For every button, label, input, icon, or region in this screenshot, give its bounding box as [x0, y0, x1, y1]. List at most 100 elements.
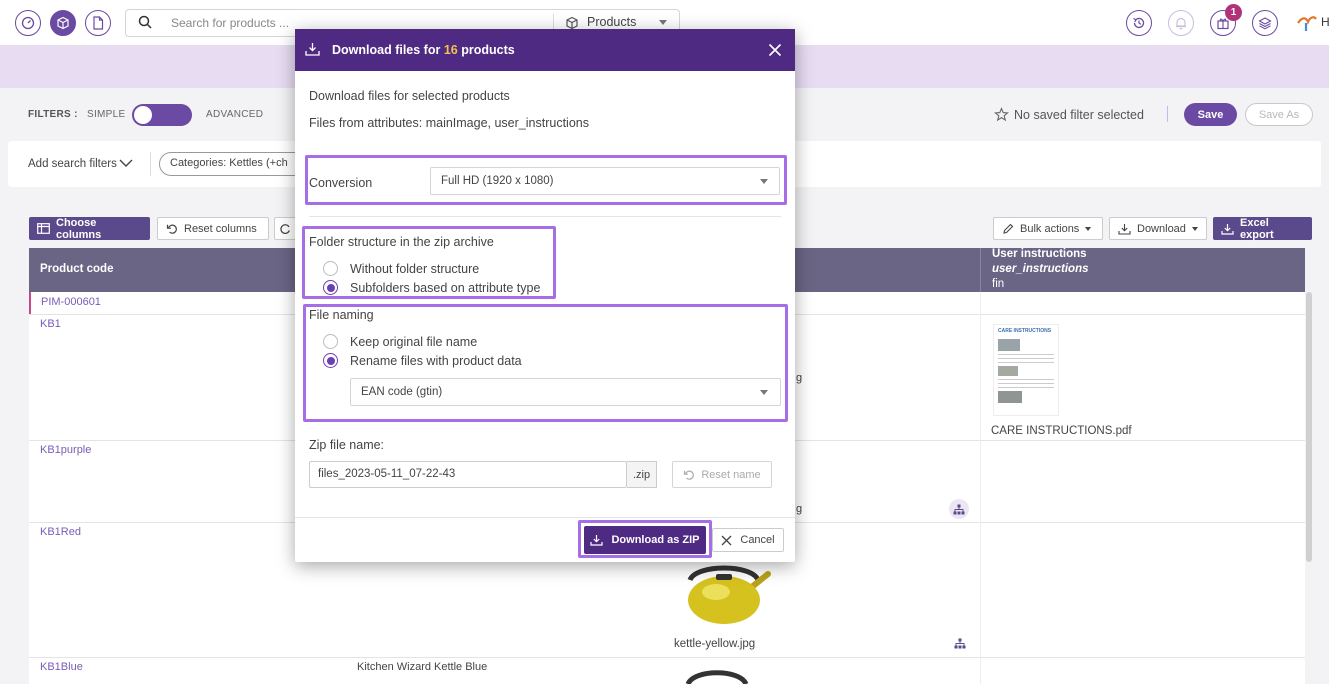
pdf-thumb-image: [998, 366, 1018, 376]
divider: [150, 152, 151, 176]
products-cube-icon[interactable]: [50, 10, 76, 36]
download-icon: [305, 42, 320, 56]
table-row-code[interactable]: KB1: [40, 318, 61, 330]
layers-icon[interactable]: [1252, 10, 1278, 36]
zip-suffix: .zip: [627, 461, 657, 488]
search-icon: [138, 15, 152, 29]
radio-subfolders-label[interactable]: Subfolders based on attribute type: [350, 281, 540, 295]
mode-simple-label[interactable]: SIMPLE: [87, 109, 125, 120]
refresh-button[interactable]: [274, 217, 296, 240]
pdf-filename[interactable]: CARE INSTRUCTIONS.pdf: [991, 425, 1132, 437]
mode-advanced-label[interactable]: ADVANCED: [206, 109, 263, 120]
bulk-actions-button[interactable]: Bulk actions: [993, 217, 1103, 240]
search-scope-select[interactable]: Products: [587, 15, 636, 29]
pencil-icon: [1002, 223, 1014, 235]
naming-attribute-select[interactable]: EAN code (gtin): [350, 378, 781, 406]
attributes-text: Files from attributes: mainImage, user_i…: [309, 116, 589, 130]
reset-name-button[interactable]: Reset name: [672, 461, 772, 488]
hierarchy-icon[interactable]: [949, 499, 969, 519]
excel-export-label: Excel export: [1240, 216, 1274, 241]
columns-icon: [37, 223, 50, 234]
filename-fragment: g: [796, 372, 803, 384]
chevron-down-icon: [119, 159, 133, 168]
table-scrollbar[interactable]: [1306, 292, 1312, 562]
saved-filter-text: No saved filter selected: [1014, 108, 1144, 122]
row-marker: [29, 292, 31, 314]
document-icon[interactable]: [85, 10, 111, 36]
hierarchy-icon[interactable]: [954, 638, 966, 649]
column-divider: [980, 292, 981, 684]
column-header-user-instructions[interactable]: User instructions: [992, 248, 1087, 260]
chevron-down-icon: [1191, 226, 1198, 231]
kettle-filename[interactable]: kettle-yellow.jpg: [674, 638, 755, 650]
radio-rename-files[interactable]: [323, 353, 338, 368]
download-zip-button[interactable]: Download as ZIP: [584, 526, 706, 554]
table-row-code[interactable]: KB1purple: [40, 444, 91, 456]
undo-icon: [683, 469, 695, 481]
choose-columns-label: Choose columns: [56, 216, 102, 241]
column-header-language: fin: [992, 278, 1005, 290]
filename-fragment: g: [796, 503, 803, 515]
column-header-product-code[interactable]: Product code: [40, 263, 113, 275]
radio-without-folder[interactable]: [323, 261, 338, 276]
cancel-label: Cancel: [740, 534, 775, 546]
dashboard-icon[interactable]: [15, 10, 41, 36]
zip-name-label: Zip file name:: [309, 438, 385, 452]
save-filter-button[interactable]: Save: [1184, 103, 1237, 126]
cube-icon: [565, 16, 579, 30]
reset-columns-button[interactable]: Reset columns: [157, 217, 269, 240]
bell-icon[interactable]: [1168, 10, 1194, 36]
chevron-down-icon: [659, 20, 667, 25]
brand-logo-icon: [1296, 13, 1318, 33]
add-search-filters-button[interactable]: Add search filters: [28, 158, 117, 170]
download-zip-label: Download as ZIP: [611, 534, 700, 546]
kettle-yellow-image[interactable]: [676, 560, 772, 626]
close-icon[interactable]: [768, 43, 782, 57]
table-row-code[interactable]: PIM-000601: [41, 296, 101, 308]
dialog-title-suffix: products: [461, 43, 515, 57]
column-divider: [980, 248, 981, 292]
table-row-name: Kitchen Wizard Kettle Blue: [357, 661, 488, 673]
radio-keep-original[interactable]: [323, 334, 338, 349]
download-icon: [590, 534, 604, 546]
file-naming-label: File naming: [309, 308, 374, 322]
star-icon: [994, 107, 1009, 122]
chevron-down-icon: [760, 390, 768, 395]
radio-rename-files-label[interactable]: Rename files with product data: [350, 354, 522, 368]
radio-without-folder-label[interactable]: Without folder structure: [350, 262, 479, 276]
pdf-thumbnail[interactable]: CARE INSTRUCTIONS: [993, 324, 1059, 416]
conversion-select-value: Full HD (1920 x 1080): [441, 175, 554, 187]
user-name[interactable]: H: [1321, 15, 1329, 29]
kettle-blue-image[interactable]: [684, 665, 750, 684]
cancel-button[interactable]: Cancel: [712, 528, 784, 552]
history-icon[interactable]: [1126, 10, 1152, 36]
category-filter-chip[interactable]: Categories: Kettles (+ch: [159, 152, 309, 176]
row-divider: [29, 657, 1305, 658]
radio-keep-original-label[interactable]: Keep original file name: [350, 335, 477, 349]
zip-name-input[interactable]: files_2023-05-11_07-22-43: [309, 461, 627, 488]
download-label: Download: [1137, 222, 1186, 235]
save-as-button[interactable]: Save As: [1245, 103, 1313, 126]
radio-subfolders[interactable]: [323, 280, 338, 295]
close-icon: [721, 535, 732, 546]
download-icon: [1221, 223, 1234, 235]
reset-columns-label: Reset columns: [184, 222, 257, 235]
undo-icon: [166, 223, 178, 235]
chevron-down-icon: [760, 179, 768, 184]
choose-columns-button[interactable]: Choose columns: [29, 216, 150, 241]
table-row-code[interactable]: KB1Blue: [40, 661, 83, 673]
column-header-attribute: user_instructions: [992, 263, 1089, 275]
section-divider: [309, 216, 781, 217]
dialog-title-prefix: Download files for: [332, 43, 441, 57]
naming-attribute-value: EAN code (gtin): [361, 386, 443, 398]
conversion-select[interactable]: Full HD (1920 x 1080): [430, 167, 780, 195]
divider: [1167, 106, 1168, 122]
search-input[interactable]: Search for products ...: [171, 16, 289, 30]
notification-badge: 1: [1225, 4, 1242, 21]
pdf-thumb-title: CARE INSTRUCTIONS: [998, 328, 1052, 334]
table-row-code[interactable]: KB1Red: [40, 526, 81, 538]
dialog-intro-text: Download files for selected products: [309, 89, 510, 103]
excel-export-button[interactable]: Excel export: [1213, 216, 1312, 241]
dialog-title: Download files for 16 products: [332, 43, 515, 57]
download-button[interactable]: Download: [1109, 217, 1207, 240]
